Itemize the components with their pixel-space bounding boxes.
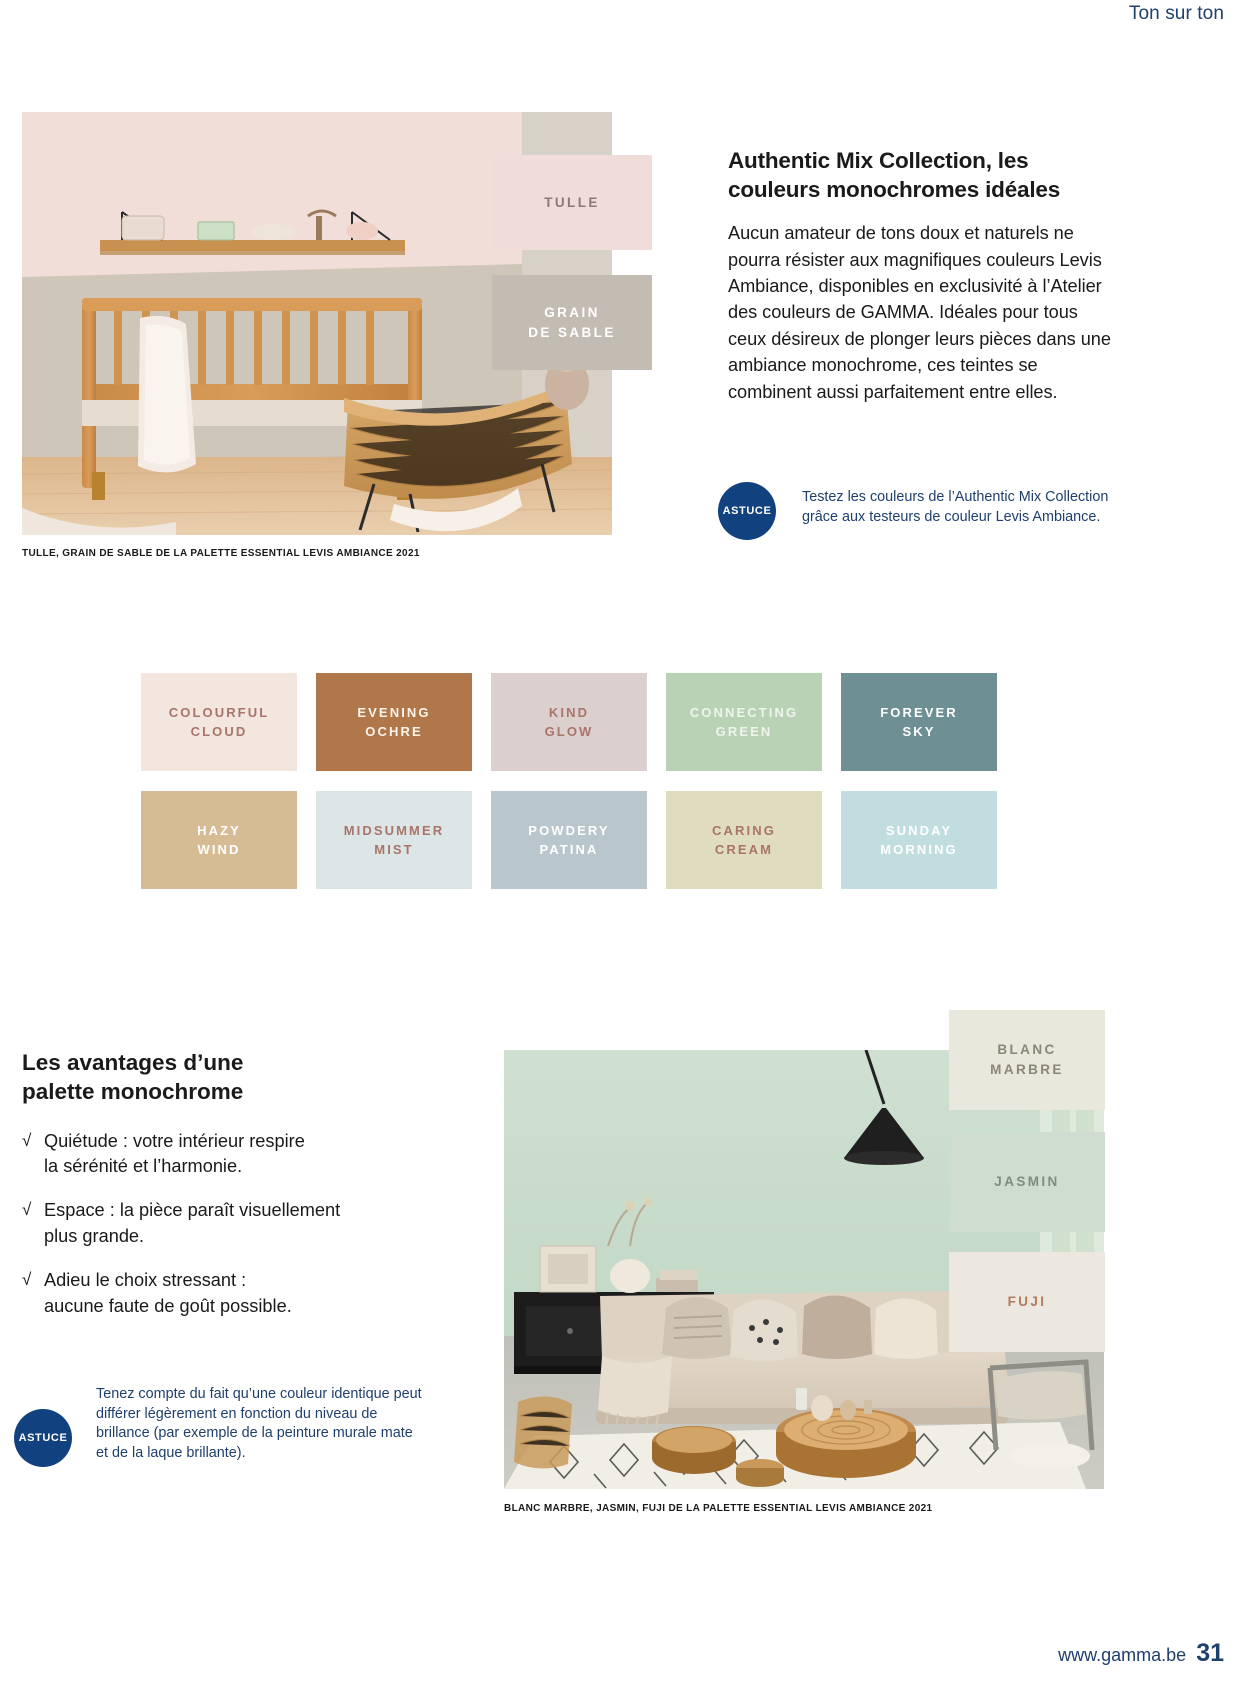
swatch-label-line2: MARBRE <box>990 1062 1064 1077</box>
astuce-tip-top: ASTUCE Testez les couleurs de l’Authenti… <box>718 482 1118 540</box>
palette-chip-label: CARING CREAM <box>712 821 776 860</box>
swatch-card-fuji: FUJI <box>949 1252 1105 1352</box>
palette-chip-label: HAZY WIND <box>197 821 241 860</box>
palette-chip[interactable]: COLOURFUL CLOUD <box>141 673 297 771</box>
article-block: Authentic Mix Collection, les couleurs m… <box>728 146 1118 405</box>
chip-line2: CREAM <box>714 842 774 857</box>
palette-chip-label: MIDSUMMER MIST <box>344 821 445 860</box>
footer: www.gamma.be 31 <box>1058 1639 1224 1668</box>
chip-line2: SKY <box>902 724 936 739</box>
chip-line2: GLOW <box>544 724 594 739</box>
list-item-line1: Adieu le choix stressant : <box>44 1269 247 1290</box>
astuce-tip-bottom: ASTUCE Tenez compte du fait qu’une coule… <box>14 1385 424 1467</box>
swatch-label: GRAIN DE SABLE <box>528 303 615 342</box>
swatch-card-blanc-marbre: BLANC MARBRE <box>949 1010 1105 1110</box>
palette-chip[interactable]: MIDSUMMER MIST <box>316 791 472 889</box>
checkmark-icon: √ <box>22 1200 32 1220</box>
chip-line1: FOREVER <box>880 704 958 720</box>
swatch-card-tulle: TULLE <box>492 155 652 250</box>
palette-chip-label: POWDERY PATINA <box>528 821 609 860</box>
swatch-card-jasmin: JASMIN <box>949 1132 1105 1232</box>
chip-line2: CLOUD <box>190 724 248 739</box>
palette-chip-label: CONNECTING GREEN <box>690 703 798 742</box>
chip-line2: MORNING <box>880 842 958 857</box>
chip-line2: PATINA <box>539 842 599 857</box>
astuce-badge-icon: ASTUCE <box>718 482 776 540</box>
article-title-line2: couleurs monochromes idéales <box>728 177 1061 203</box>
chip-line1: CARING <box>712 822 776 838</box>
chip-line2: MIST <box>374 842 414 857</box>
palette-chip[interactable]: SUNDAY MORNING <box>841 791 997 889</box>
list-item-text: Espace : la pièce paraît visuellement pl… <box>44 1198 422 1250</box>
astuce-text: Testez les couleurs de l’Authentic Mix C… <box>802 489 1109 525</box>
list-item: √ Adieu le choix stressant : aucune faut… <box>22 1268 422 1320</box>
palette-chip[interactable]: CARING CREAM <box>666 791 822 889</box>
running-header: Ton sur ton <box>1128 3 1224 24</box>
brochure-page: Ton sur ton TULLE GRAIN DE SABLE TULLE, … <box>0 0 1250 1686</box>
advantages-block: Les avantages d’une palette monochrome √… <box>22 1048 422 1338</box>
swatch-label: TULLE <box>544 194 600 210</box>
swatch-card-grain-de-sable: GRAIN DE SABLE <box>492 275 652 370</box>
list-item: √ Espace : la pièce paraît visuellement … <box>22 1198 422 1250</box>
chip-line1: EVENING <box>357 704 431 720</box>
chip-line1: KIND <box>548 704 590 720</box>
palette-chip[interactable]: EVENING OCHRE <box>316 673 472 771</box>
swatch-label: BLANC MARBRE <box>990 1040 1064 1079</box>
article-title-line1: Authentic Mix Collection, les <box>728 148 1029 173</box>
list-item-line2: la sérénité et l’harmonie. <box>44 1156 243 1177</box>
list-item-text: Adieu le choix stressant : aucune faute … <box>44 1268 422 1320</box>
list-item: √ Quiétude : votre intérieur respire la … <box>22 1129 422 1181</box>
article-body: Aucun amateur de tons doux et naturels n… <box>728 223 1111 402</box>
article-title: Authentic Mix Collection, les couleurs m… <box>728 146 1118 204</box>
swatch-label: FUJI <box>1007 1294 1047 1310</box>
palette-chip-label: KIND GLOW <box>545 703 594 742</box>
palette-chip-label: SUNDAY MORNING <box>880 821 958 860</box>
list-item-line1: Quiétude : votre intérieur respire <box>44 1130 305 1151</box>
list-item-line1: Espace : la pièce paraît visuellement <box>44 1200 341 1221</box>
palette-chip-label: COLOURFUL CLOUD <box>169 703 270 742</box>
checkmark-icon: √ <box>22 1269 32 1289</box>
chip-line1: SUNDAY <box>885 822 953 838</box>
palette-chip[interactable]: POWDERY PATINA <box>491 791 647 889</box>
palette-chip-label: EVENING OCHRE <box>357 703 430 742</box>
checkmark-icon: √ <box>22 1130 32 1150</box>
palette-chip[interactable]: FOREVER SKY <box>841 673 997 771</box>
list-item-text: Quiétude : votre intérieur respire la sé… <box>44 1129 422 1181</box>
footer-url[interactable]: www.gamma.be <box>1058 1645 1186 1666</box>
chip-line1: MIDSUMMER <box>343 822 445 838</box>
swatch-label-line1: BLANC <box>997 1042 1057 1058</box>
chip-line2: GREEN <box>715 724 773 739</box>
swatch-label-line2: DE SABLE <box>528 324 616 340</box>
advantages-title-line1: Les avantages d’une <box>22 1050 244 1075</box>
chip-line2: WIND <box>197 842 241 857</box>
hero-photo-caption: TULLE, GRAIN DE SABLE DE LA PALETTE ESSE… <box>22 548 420 559</box>
advantages-title: Les avantages d’une palette monochrome <box>22 1048 422 1107</box>
room-photo-caption: BLANC MARBRE, JASMIN, FUJI DE LA PALETTE… <box>504 1503 933 1514</box>
page-number: 31 <box>1196 1639 1224 1667</box>
chip-line1: CONNECTING <box>689 704 799 720</box>
palette-chip[interactable]: KIND GLOW <box>491 673 647 771</box>
swatch-label-line1: GRAIN <box>544 304 600 320</box>
chip-line1: COLOURFUL <box>168 704 270 720</box>
list-item-line2: aucune faute de goût possible. <box>44 1295 292 1316</box>
chip-line1: POWDERY <box>528 822 610 838</box>
palette-chip-label: FOREVER SKY <box>880 703 958 742</box>
astuce-badge-icon: ASTUCE <box>14 1409 72 1467</box>
advantages-title-line2: palette monochrome <box>22 1079 244 1105</box>
palette-chip[interactable]: HAZY WIND <box>141 791 297 889</box>
swatch-label: JASMIN <box>994 1174 1060 1190</box>
list-item-line2: plus grande. <box>44 1226 145 1247</box>
palette-chip[interactable]: CONNECTING GREEN <box>666 673 822 771</box>
chip-line2: OCHRE <box>365 724 423 739</box>
chip-line1: HAZY <box>197 822 241 838</box>
colour-palette-grid: COLOURFUL CLOUD EVENING OCHRE KIND GLOW … <box>141 673 1003 889</box>
astuce-text: Tenez compte du fait qu’une couleur iden… <box>96 1386 422 1461</box>
